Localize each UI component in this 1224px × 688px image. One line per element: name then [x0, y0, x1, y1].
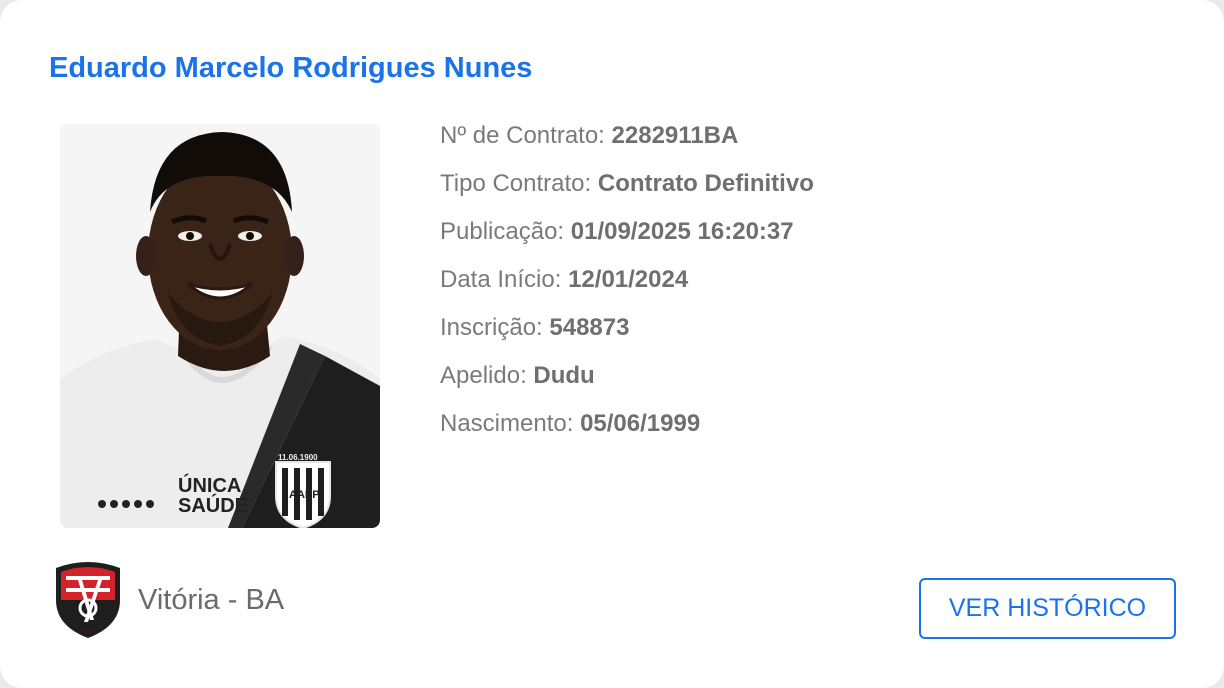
- detail-label: Inscrição:: [440, 314, 543, 341]
- detail-publication: Publicação: 01/09/2025 16:20:37: [440, 215, 814, 263]
- detail-label: Nascimento:: [440, 410, 574, 437]
- detail-value: 548873: [549, 314, 630, 341]
- detail-contract-number: Nº de Contrato: 2282911BA: [440, 119, 814, 167]
- detail-value: 01/09/2025 16:20:37: [570, 218, 794, 245]
- club-crest-icon: [56, 562, 120, 638]
- detail-value: 2282911BA: [611, 122, 739, 149]
- detail-label: Apelido:: [440, 362, 527, 389]
- detail-birth-date: Nascimento: 05/06/1999: [440, 407, 814, 455]
- detail-label: Tipo Contrato:: [440, 170, 592, 197]
- contract-details-list: Nº de Contrato: 2282911BA Tipo Contrato:…: [440, 119, 814, 455]
- player-name[interactable]: Eduardo Marcelo Rodrigues Nunes: [49, 52, 532, 85]
- detail-contract-type: Tipo Contrato: Contrato Definitivo: [440, 167, 814, 215]
- detail-value: 05/06/1999: [580, 410, 701, 437]
- detail-registration: Inscrição: 548873: [440, 311, 814, 359]
- jersey-badge-date: 11.06.1900: [278, 453, 318, 462]
- detail-value: 12/01/2024: [568, 266, 689, 293]
- player-card: Eduardo Marcelo Rodrigues Nunes ÚNICA SA…: [0, 0, 1224, 688]
- club-name: Vitória - BA: [138, 583, 285, 616]
- player-photo: ÚNICA SAÚDE 11.06.1900 AAPP: [60, 124, 380, 528]
- detail-start-date: Data Início: 12/01/2024: [440, 263, 814, 311]
- detail-value: Dudu: [533, 362, 595, 389]
- jersey-badge-text: AAPP: [289, 489, 320, 501]
- detail-label: Data Início:: [440, 266, 562, 293]
- detail-label: Publicação:: [440, 218, 565, 245]
- jersey-sponsor-line2: SAÚDE: [178, 493, 248, 517]
- view-history-button[interactable]: VER HISTÓRICO: [919, 578, 1176, 639]
- detail-label: Nº de Contrato:: [440, 122, 605, 149]
- club-info: Vitória - BA: [54, 560, 284, 640]
- detail-nickname: Apelido: Dudu: [440, 359, 814, 407]
- jersey-sponsor-line1: ÚNICA: [178, 473, 241, 497]
- detail-value: Contrato Definitivo: [597, 170, 814, 197]
